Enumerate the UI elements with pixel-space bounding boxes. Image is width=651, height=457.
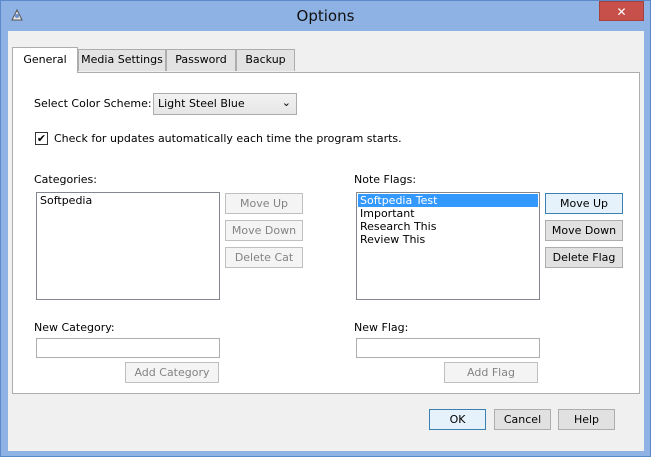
delete-flag-button[interactable]: Delete Flag bbox=[545, 247, 623, 268]
add-category-button[interactable]: Add Category bbox=[125, 362, 219, 383]
check-updates-checkbox[interactable]: ✔ bbox=[35, 132, 48, 145]
title-bar[interactable]: Options ✕ bbox=[1, 1, 650, 31]
color-scheme-select[interactable]: Light Steel Blue ⌄ bbox=[153, 93, 297, 115]
options-window: Options ✕ General Media Settings Passwor… bbox=[0, 0, 651, 457]
general-tab-page: Select Color Scheme: Light Steel Blue ⌄ … bbox=[12, 72, 640, 394]
list-item[interactable]: Review This bbox=[358, 233, 538, 246]
category-move-up-button[interactable]: Move Up bbox=[225, 193, 303, 214]
tab-general[interactable]: General bbox=[12, 47, 78, 73]
cancel-button[interactable]: Cancel bbox=[494, 409, 551, 430]
new-category-label: New Category: bbox=[34, 321, 115, 334]
list-item[interactable]: Softpedia bbox=[38, 194, 218, 207]
categories-label: Categories: bbox=[34, 173, 97, 186]
color-scheme-label: Select Color Scheme: bbox=[34, 97, 152, 110]
tab-backup[interactable]: Backup bbox=[236, 49, 295, 71]
flag-move-down-button[interactable]: Move Down bbox=[545, 220, 623, 241]
tab-password[interactable]: Password bbox=[166, 49, 236, 71]
tab-media-settings[interactable]: Media Settings bbox=[78, 49, 166, 71]
new-flag-label: New Flag: bbox=[354, 321, 409, 334]
delete-category-button[interactable]: Delete Cat bbox=[225, 247, 303, 268]
note-flags-label: Note Flags: bbox=[354, 173, 417, 186]
flag-move-up-button[interactable]: Move Up bbox=[545, 193, 623, 214]
list-item[interactable]: Important bbox=[358, 207, 538, 220]
new-category-input[interactable] bbox=[36, 338, 220, 358]
window-title: Options bbox=[296, 7, 355, 25]
help-button[interactable]: Help bbox=[558, 409, 615, 430]
categories-listbox[interactable]: Softpedia bbox=[36, 192, 220, 300]
category-move-down-button[interactable]: Move Down bbox=[225, 220, 303, 241]
checkmark-icon: ✔ bbox=[36, 132, 47, 145]
dialog-client-area: General Media Settings Password Backup S… bbox=[8, 31, 644, 451]
check-updates-label: Check for updates automatically each tim… bbox=[54, 132, 402, 145]
add-flag-button[interactable]: Add Flag bbox=[444, 362, 538, 383]
ok-button[interactable]: OK bbox=[429, 409, 486, 430]
list-item[interactable]: Softpedia Test bbox=[358, 194, 538, 207]
note-flags-listbox[interactable]: Softpedia Test Important Research This R… bbox=[356, 192, 540, 300]
list-item[interactable]: Research This bbox=[358, 220, 538, 233]
chevron-down-icon: ⌄ bbox=[281, 96, 291, 109]
new-flag-input[interactable] bbox=[356, 338, 540, 358]
close-icon: ✕ bbox=[616, 5, 627, 19]
close-button[interactable]: ✕ bbox=[599, 1, 644, 21]
color-scheme-value: Light Steel Blue bbox=[158, 97, 245, 110]
